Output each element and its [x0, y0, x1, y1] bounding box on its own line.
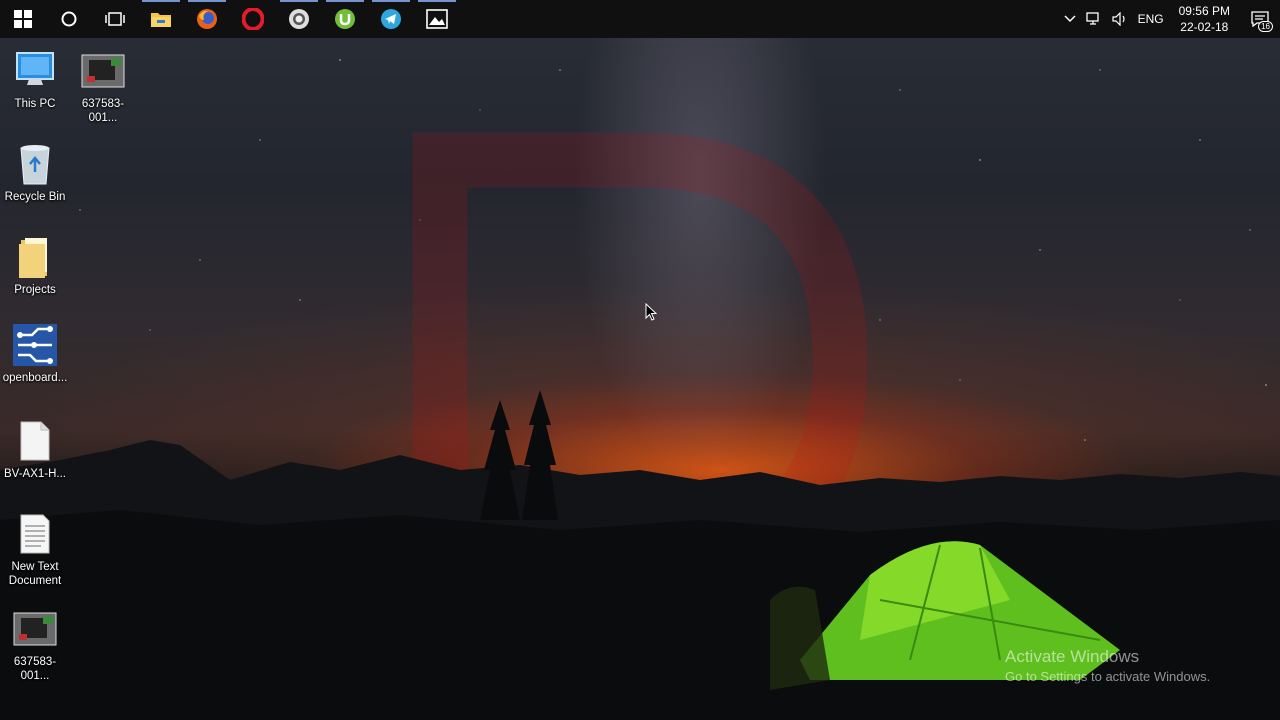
- activate-title: Activate Windows: [1005, 647, 1140, 666]
- desktop-icon-new-text-document[interactable]: New Text Document: [0, 511, 70, 588]
- mouse-pointer-icon: [645, 302, 658, 326]
- action-center-icon[interactable]: 16: [1240, 0, 1280, 38]
- recycle-bin-icon: [11, 141, 59, 187]
- activate-subtitle: Go to Settings to activate Windows.: [1005, 669, 1211, 684]
- activate-windows-watermark: Activate Windows Go to Settings to activ…: [1005, 647, 1210, 687]
- desktop-icon-label: openboard...: [2, 372, 68, 384]
- chevron-up-icon[interactable]: [1059, 0, 1081, 38]
- file-explorer-icon[interactable]: [138, 0, 184, 38]
- clock-time: 09:56 PM: [1178, 4, 1230, 18]
- desktop-icon-openboard[interactable]: openboard...: [0, 322, 70, 385]
- text-document-icon: [11, 511, 59, 557]
- clock[interactable]: 09:56 PM 22-02-18: [1169, 0, 1240, 38]
- desktop-icon-recycle-bin[interactable]: Recycle Bin: [0, 141, 70, 204]
- desktop-icon-bv-file[interactable]: BV-AX1-H...: [0, 418, 70, 481]
- openboard-icon: [11, 322, 59, 368]
- cortana-search-icon[interactable]: [46, 0, 92, 38]
- desktop-icon-label: 637583-001...: [81, 98, 125, 124]
- desktop-icon-label: New Text Document: [8, 561, 62, 587]
- firefox-icon[interactable]: [184, 0, 230, 38]
- language-indicator[interactable]: ENG: [1133, 0, 1169, 38]
- desktop-icon-label: BV-AX1-H...: [4, 468, 66, 480]
- desktop-wallpaper: [0, 0, 1280, 720]
- image-thumbnail-icon: [79, 48, 127, 94]
- task-view-icon[interactable]: [92, 0, 138, 38]
- blank-file-icon: [11, 418, 59, 464]
- photos-icon[interactable]: [414, 0, 460, 38]
- desktop-icon-label: Recycle Bin: [4, 191, 66, 203]
- utorrent-icon[interactable]: [322, 0, 368, 38]
- opera-icon[interactable]: [230, 0, 276, 38]
- desktop-icon-label: 637583-001...: [13, 656, 57, 682]
- desktop-icon-image-2[interactable]: 637583-001...: [0, 606, 70, 683]
- desktop-icon-this-pc[interactable]: This PC: [0, 48, 70, 111]
- clock-date: 22-02-18: [1180, 20, 1229, 34]
- taskbar: ENG 09:56 PM 22-02-18 16: [0, 0, 1280, 38]
- desktop-icon-image-1[interactable]: 637583-001...: [68, 48, 138, 125]
- desktop-icon-projects[interactable]: Projects: [0, 234, 70, 297]
- volume-icon[interactable]: [1107, 0, 1133, 38]
- desktop-icon-label: This PC: [14, 98, 56, 110]
- notification-count: 16: [1258, 21, 1273, 32]
- network-icon[interactable]: [1081, 0, 1107, 38]
- image-thumbnail-icon: [11, 606, 59, 652]
- windows-start-icon[interactable]: [0, 0, 46, 38]
- telegram-icon[interactable]: [368, 0, 414, 38]
- system-tray: ENG 09:56 PM 22-02-18 16: [1059, 0, 1280, 38]
- this-pc-icon: [11, 48, 59, 94]
- chrome-like-icon[interactable]: [276, 0, 322, 38]
- folder-icon: [11, 234, 59, 280]
- desktop-icon-label: Projects: [14, 284, 56, 296]
